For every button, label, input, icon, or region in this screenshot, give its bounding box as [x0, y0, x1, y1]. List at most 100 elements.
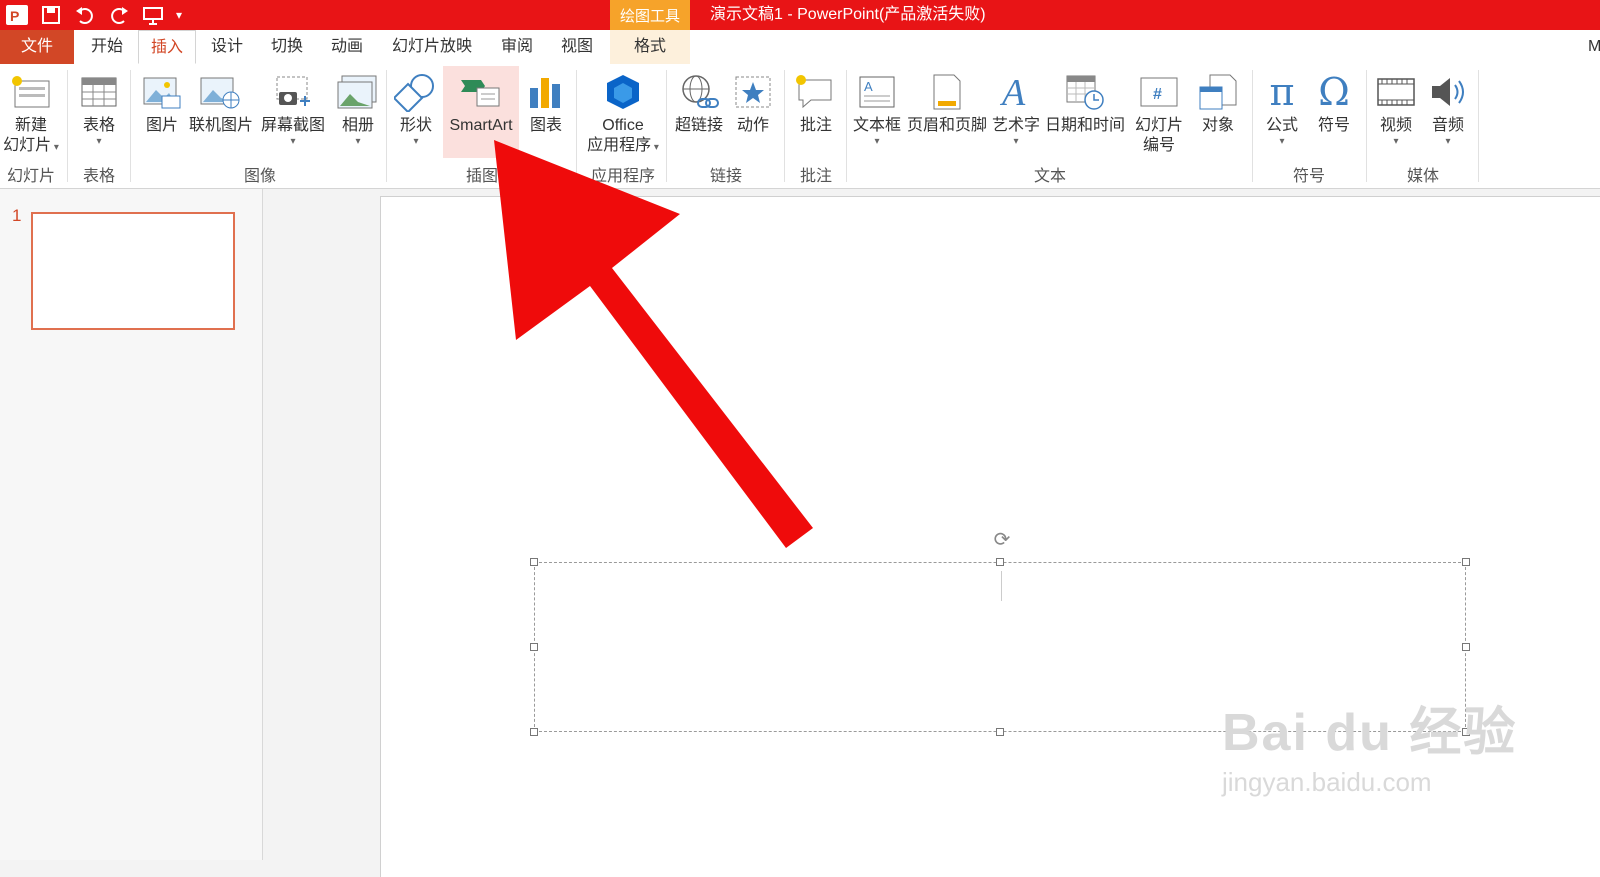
slide-number: 1: [12, 206, 22, 225]
tab-animations[interactable]: 动画: [320, 30, 374, 64]
date-time-button[interactable]: 日期和时间: [1042, 68, 1128, 136]
wordart-icon: A: [990, 68, 1042, 116]
textbox-button[interactable]: A 文本框 ▾: [850, 68, 904, 148]
smartart-button[interactable]: SmartArt: [443, 68, 519, 136]
powerpoint-logo-icon[interactable]: P: [0, 0, 34, 30]
tab-format[interactable]: 格式: [610, 30, 690, 64]
comment-icon: [788, 68, 844, 116]
group-label-comments: 批注: [799, 168, 832, 185]
new-slide-label-1: 新建: [14, 117, 47, 134]
separator: [1478, 70, 1479, 182]
equation-label: 公式: [1265, 117, 1298, 134]
resize-handle[interactable]: [996, 558, 1004, 566]
film-icon: [1370, 68, 1422, 116]
group-label-tables: 表格: [82, 168, 115, 185]
resize-handle[interactable]: [996, 728, 1004, 736]
comment-button[interactable]: 批注: [788, 68, 844, 136]
tab-slideshow[interactable]: 幻灯片放映: [384, 30, 480, 64]
resize-handle[interactable]: [530, 643, 538, 651]
wordart-button[interactable]: A 艺术字 ▾: [990, 68, 1042, 148]
header-footer-button[interactable]: 页眉和页脚: [904, 68, 990, 136]
table-icon: [72, 68, 126, 116]
tab-review[interactable]: 审阅: [490, 30, 544, 64]
group-label-links: 链接: [709, 168, 742, 185]
new-slide-label-2: 幻灯片 ▾: [3, 137, 59, 154]
save-icon[interactable]: [34, 0, 68, 30]
equation-button[interactable]: π 公式 ▾: [1256, 68, 1308, 148]
svg-text:#: #: [1153, 86, 1162, 103]
smartart-label: SmartArt: [449, 117, 513, 134]
picture-label: 图片: [145, 117, 178, 134]
symbol-label: 符号: [1317, 117, 1350, 134]
star-action-icon: [728, 68, 778, 116]
ribbon-insert: 新建 幻灯片 ▾ 表格 ▾ 图片 联机图片 屏幕截图 ▾ 相册 ▾ 形状 ▾ S…: [0, 64, 1600, 189]
separator: [67, 70, 68, 182]
chevron-down-icon: ▾: [96, 136, 102, 147]
textbox-icon: A: [850, 68, 904, 116]
customize-qat-icon[interactable]: ▾: [170, 0, 188, 30]
chevron-down-icon: ▾: [874, 136, 880, 147]
table-label: 表格: [82, 117, 115, 134]
chart-button[interactable]: 图表: [520, 68, 572, 136]
group-label-media: 媒体: [1406, 168, 1439, 185]
chevron-down-icon: ▾: [1279, 136, 1285, 147]
online-picture-button[interactable]: 联机图片: [188, 68, 254, 136]
office-apps-label-2: 应用程序 ▾: [587, 137, 659, 154]
action-button[interactable]: 动作: [728, 68, 778, 136]
shapes-label: 形状: [399, 117, 432, 134]
group-label-text: 文本: [1033, 168, 1066, 185]
comment-label: 批注: [799, 117, 832, 134]
account-initial[interactable]: M: [1588, 30, 1600, 64]
group-label-apps: 应用程序: [590, 168, 655, 185]
screenshot-icon: [258, 68, 328, 116]
picture-button[interactable]: 图片: [134, 68, 190, 136]
separator: [666, 70, 667, 182]
tab-file[interactable]: 文件: [0, 30, 74, 64]
photo-album-icon: [330, 68, 386, 116]
group-label-symbols: 符号: [1292, 168, 1325, 185]
drawing-tools-context-label: 绘图工具: [610, 0, 690, 30]
globe-link-icon: [670, 68, 728, 116]
rotate-handle-icon[interactable]: ⟳: [990, 528, 1014, 552]
symbol-button[interactable]: Ω 符号: [1308, 68, 1360, 136]
screenshot-button[interactable]: 屏幕截图 ▾: [258, 68, 328, 148]
object-button[interactable]: 对象: [1192, 68, 1244, 136]
separator: [1252, 70, 1253, 182]
video-button[interactable]: 视频 ▾: [1370, 68, 1422, 148]
tab-transitions[interactable]: 切换: [260, 30, 314, 64]
tab-home[interactable]: 开始: [80, 30, 134, 64]
shapes-button[interactable]: 形状 ▾: [390, 68, 442, 148]
tab-insert[interactable]: 插入: [138, 30, 196, 64]
table-button[interactable]: 表格 ▾: [72, 68, 126, 148]
speaker-icon: [1422, 68, 1474, 116]
hyperlink-button[interactable]: 超链接: [670, 68, 728, 136]
office-store-icon: [580, 68, 666, 116]
slide-number-button[interactable]: # 幻灯片 编号: [1128, 68, 1190, 156]
undo-icon[interactable]: [68, 0, 102, 30]
online-picture-label: 联机图片: [188, 117, 253, 134]
tab-view[interactable]: 视图: [550, 30, 604, 64]
chevron-down-icon: ▾: [355, 136, 361, 147]
start-slideshow-icon[interactable]: [136, 0, 170, 30]
chart-label: 图表: [529, 117, 562, 134]
online-picture-icon: [188, 68, 254, 116]
chevron-down-icon: ▾: [290, 136, 296, 147]
resize-handle[interactable]: [1462, 643, 1470, 651]
date-time-label: 日期和时间: [1044, 117, 1125, 134]
resize-handle[interactable]: [1462, 558, 1470, 566]
shapes-icon: [390, 68, 442, 116]
separator: [386, 70, 387, 182]
photo-album-button[interactable]: 相册 ▾: [330, 68, 386, 148]
resize-handle[interactable]: [530, 558, 538, 566]
tab-design[interactable]: 设计: [200, 30, 254, 64]
slide-thumbnail[interactable]: [31, 212, 235, 330]
action-label: 动作: [736, 117, 769, 134]
resize-handle[interactable]: [530, 728, 538, 736]
office-apps-button[interactable]: Office 应用程序 ▾: [580, 68, 666, 156]
redo-icon[interactable]: [102, 0, 136, 30]
new-slide-button[interactable]: 新建 幻灯片 ▾: [0, 68, 62, 156]
watermark-url: jingyan.baidu.com: [1222, 767, 1432, 797]
ribbon-tab-row: 文件 开始 插入 设计 切换 动画 幻灯片放映 审阅 视图 格式: [0, 30, 1600, 65]
audio-button[interactable]: 音频 ▾: [1422, 68, 1474, 148]
watermark-brand: Bai du 经验: [1222, 704, 1518, 762]
